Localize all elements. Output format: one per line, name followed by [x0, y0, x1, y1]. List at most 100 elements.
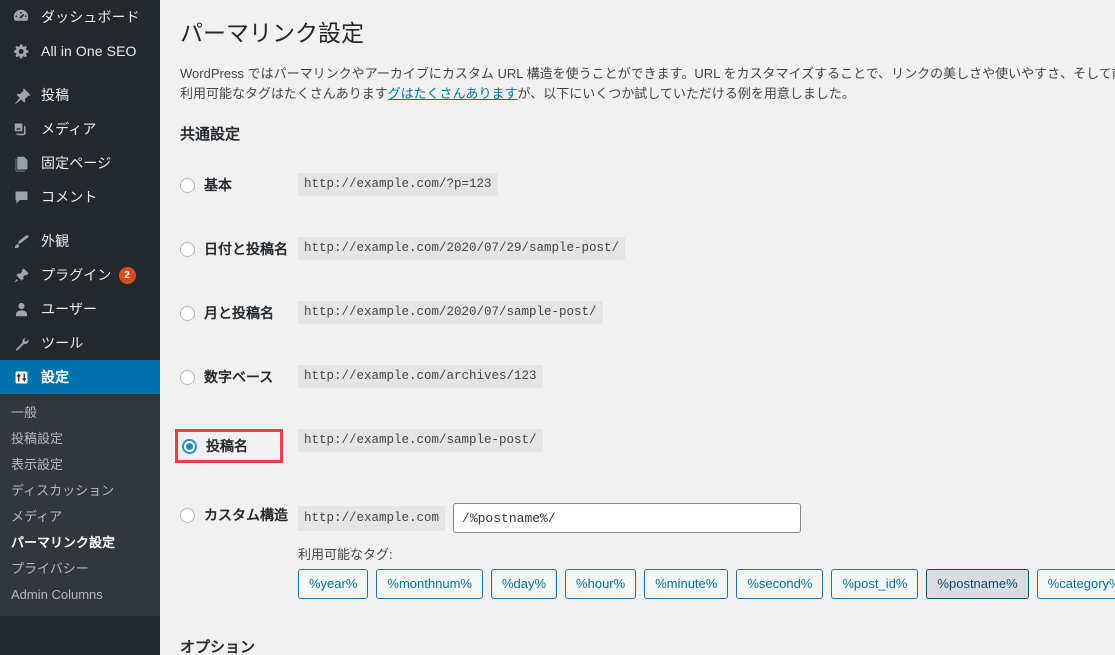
sidebar-item-settings[interactable]: 設定 — [0, 360, 160, 394]
permalink-example-cell-plain: http://example.com/?p=123 — [298, 153, 1115, 217]
radio-label-text: 投稿名 — [206, 438, 248, 455]
permalink-settings-table: 基本 http://example.com/?p=123 日付と投稿名 http://… — [175, 153, 1115, 619]
intro-paragraph: WordPress ではパーマリンクやアーカイブにカスタム URL 構造を使うこ… — [180, 64, 1115, 104]
submenu-item-media[interactable]: メディア — [0, 504, 160, 530]
wrench-icon — [10, 333, 32, 353]
custom-structure-input[interactable] — [453, 503, 802, 534]
permalink-example-cell-custom: http://example.com 利用可能なタグ: %year%%monthnu… — [298, 483, 1115, 619]
tag-button-postname[interactable]: %postname% — [926, 569, 1029, 600]
tag-button-day[interactable]: %day% — [490, 569, 558, 600]
permalink-option-cell-day-and-name: 日付と投稿名 — [180, 217, 298, 281]
radio-button-numeric[interactable] — [180, 369, 195, 385]
submenu-item-general[interactable]: 一般 — [0, 400, 160, 426]
radio-label-text: 月と投稿名 — [204, 305, 274, 322]
permalink-example-month-and-name: http://example.com/2020/07/sample-post/ — [298, 301, 603, 325]
permalink-example-cell-month-and-name: http://example.com/2020/07/sample-post/ — [298, 281, 1115, 345]
pages-icon — [10, 153, 32, 173]
permalink-row-custom: カスタム構造http://example.com利用可能なタグ:%year%%m… — [180, 483, 1115, 619]
tag-button-category[interactable]: %category% — [1036, 569, 1115, 600]
radio-button-month-and-name[interactable] — [180, 305, 195, 321]
sidebar-item-dashboard[interactable]: ダッシュボード — [0, 0, 160, 34]
page-title: パーマリンク設定 — [180, 20, 364, 46]
radio-button-day-and-name[interactable] — [180, 241, 195, 257]
sidebar-separator — [0, 68, 160, 78]
permalink-radio-label-numeric[interactable]: 数字ベース — [180, 365, 288, 389]
comment-icon — [10, 187, 32, 207]
sidebar-item-label: 設定 — [41, 369, 70, 385]
tag-button-post_id[interactable]: %post_id% — [831, 569, 919, 600]
sidebar-item-label: メディア — [41, 121, 97, 137]
permalink-radio-label-month-and-name[interactable]: 月と投稿名 — [180, 301, 288, 325]
options-heading: オプション — [180, 639, 256, 655]
sidebar-menu: ダッシュボード All in One SEO 投稿メディア固定ページコメント外観プラ… — [0, 0, 160, 394]
radio-label-text: 数字ベース — [204, 369, 274, 386]
submenu-item-privacy[interactable]: プライバシー — [0, 556, 160, 582]
permalink-example-cell-numeric: http://example.com/archives/123 — [298, 345, 1115, 409]
custom-structure-row: http://example.com — [298, 503, 1115, 534]
permalink-option-cell-numeric: 数字ベース — [180, 345, 298, 409]
wordpress-admin-screen: ダッシュボード All in One SEO 投稿 メディア 固定ページ コメント 外観 プラ… — [0, 0, 1115, 655]
permalink-radio-label-post-name[interactable]: 投稿名 — [175, 429, 283, 464]
permalink-example-cell-post-name: http://example.com/sample-post/ — [298, 409, 1115, 483]
custom-structure-prefix: http://example.com — [298, 505, 446, 531]
gear-icon — [10, 41, 32, 61]
admin-sidebar: ダッシュボード All in One SEO 投稿 メディア 固定ページ コメント 外観 プラ… — [0, 0, 160, 655]
permalink-option-cell-plain: 基本 — [180, 153, 298, 217]
intro-text-part2: が、以下にいくつか試していただける例を用意しました。 — [517, 86, 855, 102]
sidebar-item-users[interactable]: ユーザー — [0, 292, 160, 326]
plugin-update-badge: 2 — [118, 266, 136, 284]
permalink-example-cell-day-and-name: http://example.com/2020/07/29/sample-pos… — [298, 217, 1115, 281]
sidebar-item-tools[interactable]: ツール — [0, 326, 160, 360]
settings-submenu: 一般 投稿設定 表示設定 ディスカッション メディア パーマリンク設定 プライバシー Admi… — [0, 394, 160, 616]
media-icon — [10, 119, 32, 139]
permalink-example-plain: http://example.com/?p=123 — [298, 173, 498, 197]
submenu-item-reading[interactable]: 表示設定 — [0, 452, 160, 478]
available-tags-row: %year% %monthnum% %day% %hour% %minute% %seco… — [298, 569, 1115, 600]
permalink-radio-label-plain[interactable]: 基本 — [180, 173, 288, 197]
radio-label-text: 日付と投稿名 — [204, 241, 288, 258]
tag-button-hour[interactable]: %hour% — [565, 569, 637, 600]
available-tags-link[interactable]: グはたくさんあります — [388, 86, 518, 101]
sidebar-separator — [0, 214, 160, 224]
plugin-icon — [10, 265, 32, 285]
sidebar-item-media[interactable]: メディア — [0, 112, 160, 146]
permalink-option-cell-post-name: 投稿名 — [175, 409, 298, 483]
submenu-item-writing[interactable]: 投稿設定 — [0, 426, 160, 452]
permalink-example-day-and-name: http://example.com/2020/07/29/sample-pos… — [298, 237, 626, 261]
radio-button-plain[interactable] — [180, 177, 195, 193]
permalink-example-numeric: http://example.com/archives/123 — [298, 365, 543, 389]
pin-icon — [10, 85, 32, 105]
sidebar-item-label: コメント — [41, 189, 98, 205]
tag-button-year[interactable]: %year% — [298, 569, 369, 600]
sidebar-item-label: ユーザー — [41, 301, 98, 317]
sidebar-item-comments[interactable]: コメント — [0, 180, 160, 214]
sidebar-item-all-in-one-seo[interactable]: All in One SEO — [0, 34, 160, 68]
submenu-item-admin-columns[interactable]: Admin Columns — [0, 582, 160, 608]
available-tags-label: 利用可能なタグ: — [298, 547, 393, 563]
permalink-radio-label-custom[interactable]: カスタム構造 — [180, 503, 288, 527]
radio-button-custom[interactable] — [180, 507, 195, 523]
permalink-row-month-and-name: 月と投稿名 http://example.com/2020/07/sample-p… — [180, 281, 1115, 345]
submenu-item-discussion[interactable]: ディスカッション — [0, 478, 160, 504]
radio-label-text: 基本 — [204, 177, 232, 194]
tag-button-monthnum[interactable]: %monthnum% — [376, 569, 483, 600]
sidebar-item-label: 外観 — [41, 233, 70, 249]
tag-button-minute[interactable]: %minute% — [644, 569, 729, 600]
permalink-row-post-name: 投稿名 http://example.com/sample-post/ — [175, 409, 1115, 483]
permalink-row-numeric: 数字ベース http://example.com/archives/123 — [180, 345, 1115, 409]
submenu-item-permalinks[interactable]: パーマリンク設定 — [0, 530, 160, 556]
permalink-row-plain: 基本 http://example.com/?p=123 — [180, 153, 1115, 217]
radio-button-post-name[interactable] — [182, 438, 197, 454]
sidebar-item-plugins[interactable]: プラグイン 2 — [0, 258, 160, 292]
permalink-radio-label-day-and-name[interactable]: 日付と投稿名 — [180, 237, 288, 261]
permalink-example-post-name: http://example.com/sample-post/ — [298, 429, 543, 453]
sidebar-item-pages[interactable]: 固定ページ — [0, 146, 160, 180]
sidebar-item-posts[interactable]: 投稿 — [0, 78, 160, 112]
sidebar-item-label: 固定ページ — [41, 155, 112, 171]
permalink-option-cell-month-and-name: 月と投稿名 — [180, 281, 298, 345]
sidebar-item-appearance[interactable]: 外観 — [0, 224, 160, 258]
permalink-row-day-and-name: 日付と投稿名 http://example.com/2020/07/29/samp… — [180, 217, 1115, 281]
appearance-brush-icon — [10, 231, 32, 251]
sidebar-item-label: 投稿 — [41, 87, 70, 103]
tag-button-second[interactable]: %second% — [736, 569, 824, 600]
